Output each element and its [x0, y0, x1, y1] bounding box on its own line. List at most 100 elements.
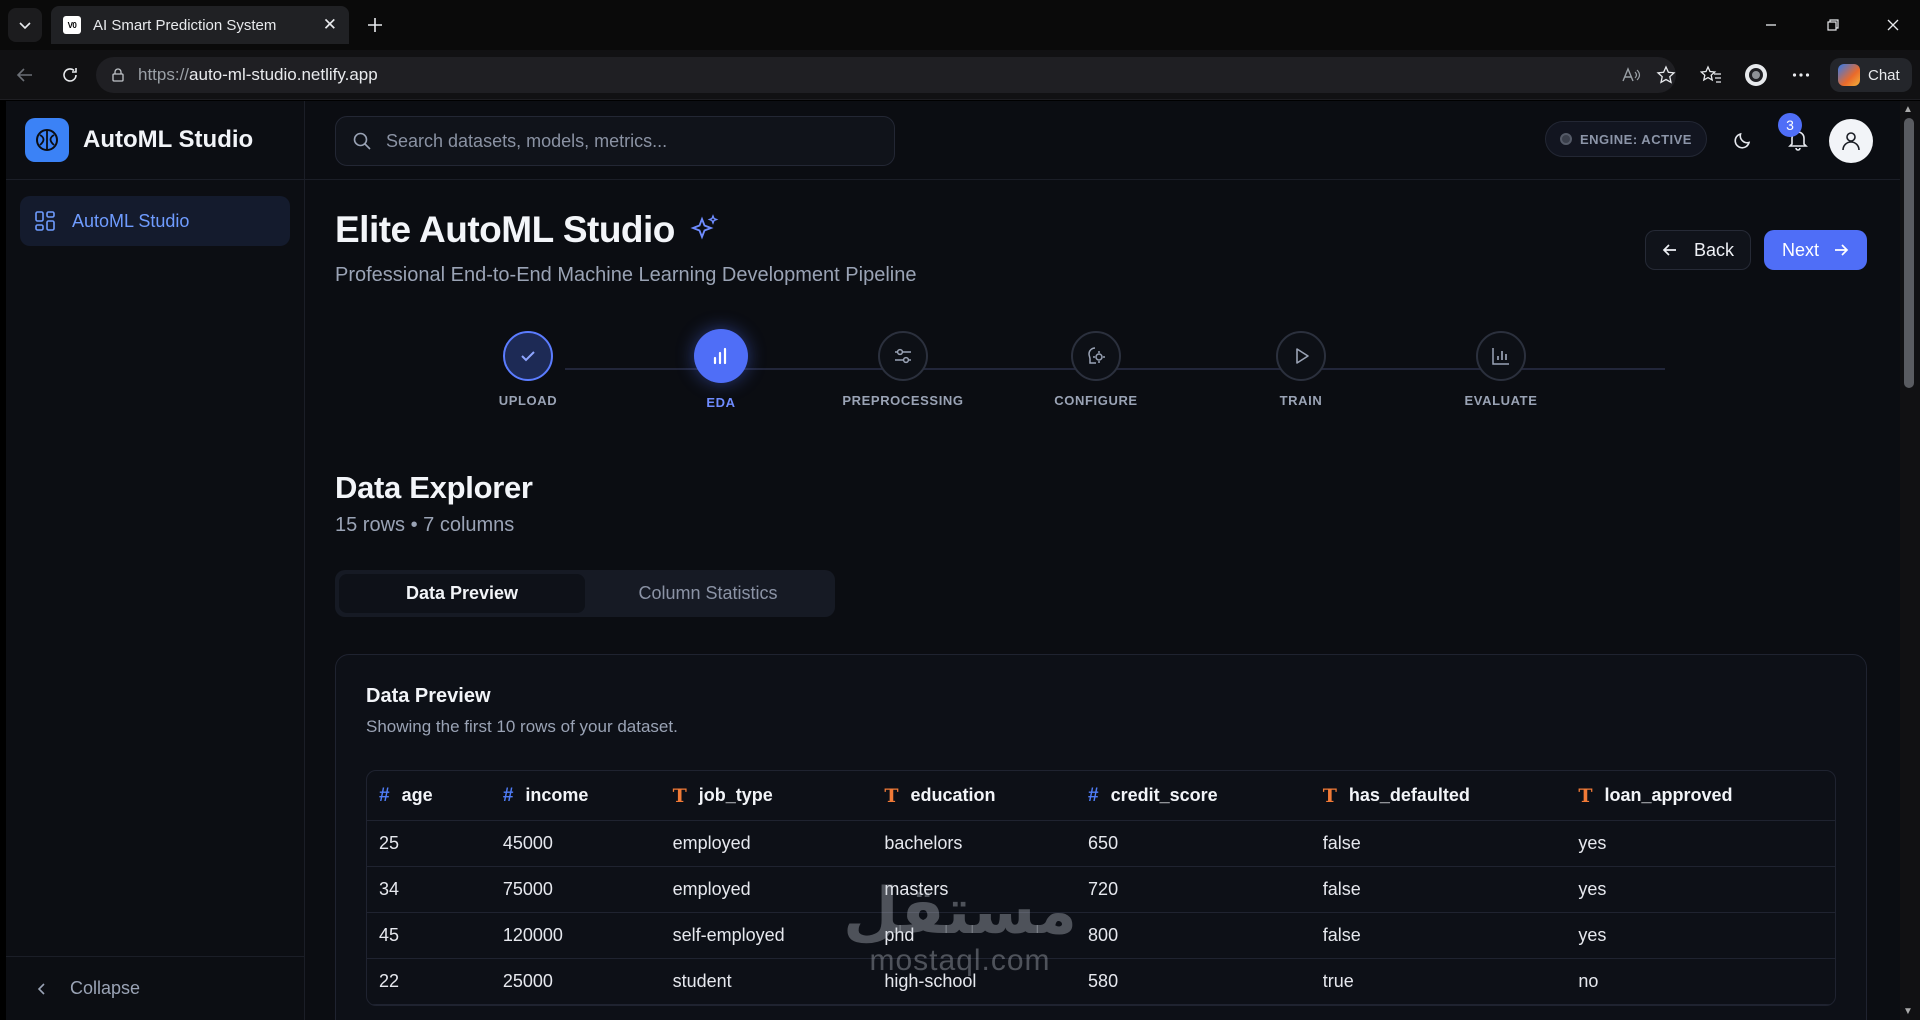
text-type-icon: T [1578, 784, 1593, 807]
dashboard-grid-icon [35, 211, 55, 231]
new-tab-button[interactable] [362, 12, 388, 38]
step-preprocessing[interactable]: PREPROCESSING [833, 331, 973, 408]
table-cell: 25000 [502, 971, 553, 991]
search-icon [353, 132, 371, 150]
browser-tab-active[interactable]: V0 AI Smart Prediction System ✕ [51, 6, 349, 44]
scrollbar-thumb[interactable] [1904, 118, 1914, 388]
table-cell: true [1322, 971, 1354, 991]
url-field[interactable]: https://auto-ml-studio.netlify.app [96, 57, 1676, 93]
tab-data-preview[interactable]: Data Preview [339, 574, 585, 613]
collapse-button[interactable]: Collapse [6, 956, 305, 1020]
sidebar-item-automl-studio[interactable]: AutoML Studio [20, 196, 290, 246]
page-title: Elite AutoML Studio [335, 209, 675, 250]
back-button[interactable]: Back [1645, 230, 1751, 270]
scroll-up-icon[interactable]: ▲ [1903, 104, 1913, 115]
more-menu-button[interactable] [1788, 62, 1814, 88]
read-aloud-icon [1622, 67, 1641, 82]
back-nav-button[interactable] [12, 62, 38, 88]
tab-title: AI Smart Prediction System [93, 16, 277, 34]
column-header[interactable]: # age [367, 785, 491, 807]
column-header[interactable]: Tloan_approved [1566, 785, 1835, 807]
theme-toggle-button[interactable] [1728, 125, 1758, 155]
favicon-icon: V0 [63, 16, 81, 34]
back-label: Back [1693, 239, 1735, 260]
chat-label: Chat [1868, 66, 1900, 84]
table-cell: employed [672, 833, 751, 853]
chart-icon [1476, 331, 1526, 381]
table-cell: 580 [1088, 971, 1119, 991]
search-input[interactable] [386, 130, 866, 152]
step-label: CONFIGURE [1054, 393, 1138, 408]
copilot-chat-button[interactable]: Chat [1830, 58, 1912, 92]
table-cell: 34 [379, 879, 400, 899]
arrow-left-icon [16, 68, 32, 82]
engine-status-text: ENGINE: ACTIVE [1580, 131, 1692, 147]
table-cell: no [1578, 971, 1599, 991]
favorites-list-icon [1700, 65, 1721, 83]
column-header[interactable]: # income [491, 785, 661, 807]
plus-icon [368, 18, 382, 32]
table-cell: bachelors [884, 833, 963, 853]
table-cell: yes [1578, 879, 1607, 899]
table-cell: false [1322, 833, 1361, 853]
column-header[interactable]: Teducation [872, 785, 1076, 807]
brain-logo-icon [25, 118, 69, 162]
column-header[interactable]: Thas_defaulted [1311, 785, 1567, 807]
table-cell: yes [1578, 833, 1607, 853]
check-icon [503, 331, 553, 381]
close-tab-icon[interactable]: ✕ [323, 15, 337, 35]
step-upload[interactable]: UPLOAD [458, 331, 598, 408]
notification-count-badge: 3 [1778, 113, 1802, 137]
step-label: PREPROCESSING [842, 393, 964, 408]
minimize-button[interactable] [1758, 12, 1784, 38]
table-row: 45 120000 self-employed phd 800 false ye… [367, 913, 1835, 959]
column-header[interactable]: Tjob_type [661, 785, 873, 807]
restore-button[interactable] [1820, 12, 1846, 38]
browser-address-bar: https://auto-ml-studio.netlify.app Chat [0, 50, 1920, 100]
next-button[interactable]: Next [1764, 230, 1867, 270]
arrow-left-icon [1662, 244, 1676, 256]
table-cell: yes [1578, 925, 1607, 945]
collapse-label: Collapse [70, 978, 141, 998]
table-cell: false [1322, 879, 1361, 899]
text-type-icon: T [1322, 784, 1337, 807]
table-cell: 45000 [502, 833, 553, 853]
next-label: Next [1781, 239, 1819, 260]
step-train[interactable]: TRAIN [1231, 331, 1371, 408]
table-cell: employed [672, 879, 751, 899]
sidebar: AutoML Studio AutoML Studio Collapse [6, 101, 305, 1020]
copilot-icon [1838, 64, 1860, 86]
text-type-icon: T [672, 784, 687, 807]
brain-gear-icon [1071, 331, 1121, 381]
scroll-down-icon[interactable]: ▼ [1903, 1006, 1913, 1017]
minimize-icon [1766, 24, 1776, 26]
read-aloud-button[interactable] [1618, 62, 1644, 88]
close-window-button[interactable] [1880, 12, 1906, 38]
sliders-icon [878, 331, 928, 381]
url-text: https://auto-ml-studio.netlify.app [138, 65, 378, 84]
column-header[interactable]: # credit_score [1076, 785, 1311, 807]
table-cell: phd [884, 925, 915, 945]
table-row: 34 75000 employed masters 720 false yes [367, 867, 1835, 913]
sparkles-icon [690, 214, 719, 240]
favorite-star-button[interactable] [1653, 62, 1679, 88]
profile-extension-button[interactable] [1743, 62, 1769, 88]
table-header-row: # age # income Tjob_type Teducation # credi… [367, 771, 1835, 821]
step-label: EDA [706, 395, 736, 410]
arrow-right-icon [1835, 244, 1849, 256]
step-eda[interactable]: EDA [651, 329, 791, 410]
top-bar: ENGINE: ACTIVE 3 [305, 101, 1900, 180]
avatar[interactable] [1829, 119, 1873, 163]
tab-column-statistics[interactable]: Column Statistics [585, 574, 831, 613]
reload-button[interactable] [57, 62, 83, 88]
main-content: Elite AutoML Studio Professional End-to-… [305, 180, 1900, 1020]
favorites-button[interactable] [1698, 62, 1724, 88]
search-box [335, 116, 895, 166]
extension-ring-icon [1745, 64, 1767, 86]
tab-list-button[interactable] [8, 8, 42, 42]
step-evaluate[interactable]: EVALUATE [1431, 331, 1571, 408]
table-cell: 720 [1088, 879, 1119, 899]
step-configure[interactable]: CONFIGURE [1026, 331, 1166, 408]
moon-icon [1734, 132, 1751, 149]
data-preview-card: Data Preview Showing the first 10 rows o… [335, 654, 1867, 1020]
